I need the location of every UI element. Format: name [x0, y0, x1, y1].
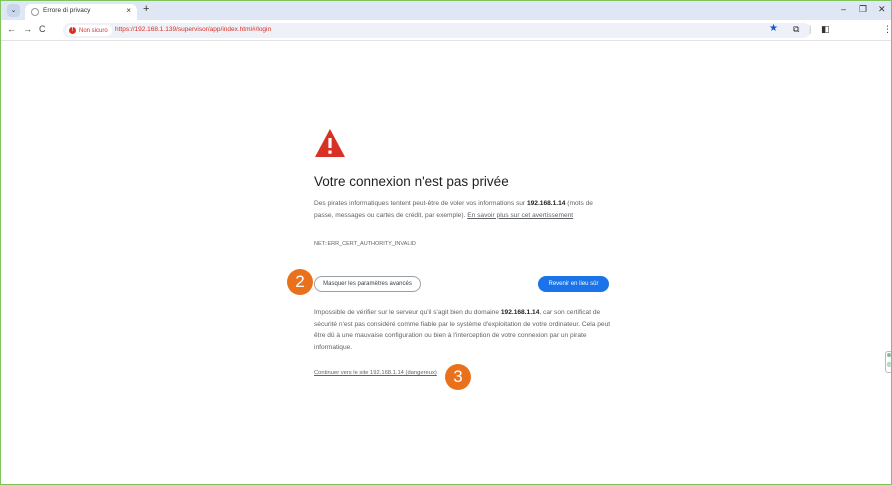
security-label: Non sicuro	[79, 27, 108, 34]
details-host: 192.168.1.14	[500, 309, 540, 316]
warning-icon: !	[69, 27, 76, 34]
toolbar-divider: |	[809, 24, 812, 34]
back-to-safety-button[interactable]: Revenir en lieu sûr	[538, 276, 609, 292]
address-bar[interactable]: ! Non sicuro https://192.168.1.139/super…	[63, 23, 811, 38]
new-tab-button[interactable]: +	[143, 3, 149, 15]
tab-search-icon[interactable]: ⌄	[7, 4, 20, 17]
annotation-marker-2: 2	[287, 269, 313, 295]
star-icon[interactable]: ★	[769, 23, 778, 34]
extensions-icon[interactable]: ⧉	[793, 24, 799, 35]
tab-strip: ⌄ Errore di privacy × + – ❐ ✕	[1, 1, 891, 20]
details-text: Impossible de vérifier sur le serveur qu…	[314, 309, 501, 316]
menu-icon[interactable]: ⋮	[883, 24, 891, 35]
browser-window: ⌄ Errore di privacy × + – ❐ ✕ ← → C ! No…	[0, 0, 892, 485]
side-widget[interactable]: ⊗ ◎	[885, 351, 891, 373]
url-text[interactable]: https://192.168.1.139/supervisor/app/ind…	[115, 26, 271, 33]
hide-advanced-button[interactable]: Masquer les paramètres avancés	[314, 276, 421, 292]
error-code: NET::ERR_CERT_AUTHORITY_INVALID	[314, 241, 416, 247]
reload-icon[interactable]: C	[39, 24, 46, 34]
intro-paragraph: Des pirates informatiques tentent peut-ê…	[314, 198, 614, 221]
learn-more-link[interactable]: En savoir plus sur cet avertissement	[467, 212, 573, 219]
back-arrow-icon[interactable]: ←	[7, 24, 16, 34]
restore-icon[interactable]: ❐	[859, 4, 867, 15]
danger-triangle-icon	[315, 129, 345, 157]
minimize-icon[interactable]: –	[841, 4, 846, 14]
proceed-unsafe-link[interactable]: Continuer vers le site 192.168.1.14 (dan…	[314, 370, 437, 376]
favicon-icon	[31, 8, 39, 16]
annotation-marker-3: 3	[445, 364, 471, 390]
close-icon[interactable]: ✕	[878, 4, 886, 15]
tab-close-icon[interactable]: ×	[126, 6, 131, 15]
intro-text: Des pirates informatiques tentent peut-ê…	[314, 200, 527, 207]
page-heading: Votre connexion n'est pas privée	[314, 174, 509, 189]
security-chip[interactable]: ! Non sicuro	[66, 25, 112, 36]
side-panel-icon[interactable]: ◧	[821, 24, 830, 35]
tab-title: Errore di privacy	[43, 7, 91, 14]
intro-host: 192.168.1.14	[526, 200, 566, 207]
tab-privacy-error[interactable]: Errore di privacy ×	[25, 4, 137, 20]
details-paragraph: Impossible de vérifier sur le serveur qu…	[314, 307, 614, 354]
toolbar: ← → C ! Non sicuro https://192.168.1.139…	[1, 20, 891, 41]
forward-arrow-icon[interactable]: →	[23, 24, 32, 34]
